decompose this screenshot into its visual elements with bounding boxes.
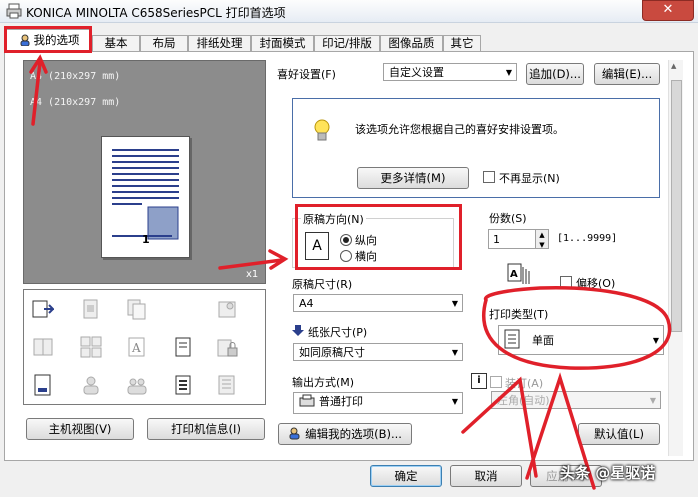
tab-basic[interactable]: 基本: [92, 35, 140, 51]
tab-other[interactable]: 其它: [443, 35, 481, 51]
list-icon[interactable]: [172, 374, 194, 396]
print-preview: A4 (210x297 mm) A4 (210x297 mm) 1 x1: [23, 60, 266, 284]
favorites-select[interactable]: 自定义设置 ▼: [383, 63, 517, 81]
dont-show-label: 不再显示(N): [499, 172, 560, 185]
paper-size-label: 纸张尺寸(P): [308, 326, 368, 339]
cancel-button[interactable]: 取消: [450, 465, 522, 487]
tab-stamp[interactable]: 印记/排版: [314, 35, 380, 51]
edit-favorite-button[interactable]: 编辑(E)...: [594, 63, 660, 85]
annotation-box-tab: [4, 26, 92, 53]
staple-label: 装订(A): [505, 377, 544, 390]
info-icon[interactable]: i: [471, 373, 487, 389]
preview-page-number: 1: [142, 233, 150, 246]
copies-spinner[interactable]: ▲ ▼: [535, 229, 549, 249]
edit-my-options-button[interactable]: 编辑我的选项(B)...: [278, 423, 412, 445]
output-select[interactable]: 普通打印 ▼: [293, 392, 463, 414]
more-details-button[interactable]: 更多详情(M): [357, 167, 469, 189]
output-value: 普通打印: [319, 395, 363, 408]
puzzle-icon[interactable]: [216, 298, 238, 320]
offset-label: 偏移(O): [576, 277, 616, 290]
offset-checkbox[interactable]: [560, 276, 572, 288]
chevron-down-icon: ▼: [451, 299, 458, 308]
copies-input[interactable]: 1: [488, 229, 536, 249]
original-size-value: A4: [299, 297, 314, 310]
text-a-icon[interactable]: A: [126, 336, 148, 358]
ruler-icon[interactable]: [216, 374, 238, 396]
chevron-down-icon: ▼: [649, 396, 656, 405]
tab-cover-mode[interactable]: 封面模式: [251, 35, 314, 51]
defaults-button[interactable]: 默认值(L): [578, 423, 660, 445]
tab-layout[interactable]: 布局: [140, 35, 188, 51]
original-size-select[interactable]: A4 ▼: [293, 294, 463, 312]
info-message: 该选项允许您根据自己的喜好安排设置项。: [355, 123, 564, 136]
lock-icon[interactable]: [216, 336, 238, 358]
favorites-value: 自定义设置: [389, 66, 444, 79]
favorites-label: 喜好设置(F): [277, 68, 336, 81]
preview-zoom: x1: [246, 269, 259, 280]
watermark-text: 头条 @星驱诺: [560, 464, 656, 482]
stamp-icon[interactable]: [32, 374, 54, 396]
chevron-down-icon: ▼: [451, 348, 458, 357]
scroll-up-icon[interactable]: ▲: [671, 62, 676, 70]
chevron-down-icon: ▼: [652, 336, 659, 345]
printer-info-button[interactable]: 打印机信息(I): [147, 418, 265, 440]
title-bar: KONICA MINOLTA C658SeriesPCL 打印首选项 ✕: [0, 0, 698, 23]
paper-size-value: 如同原稿尺寸: [299, 346, 365, 359]
preview-size-1: A4 (210x297 mm): [30, 71, 121, 82]
tab-quality[interactable]: 图像品质: [380, 35, 443, 51]
scrollbar[interactable]: ▲: [668, 60, 683, 456]
person-icon: [289, 427, 300, 440]
copy-icon[interactable]: [126, 298, 148, 320]
lightbulb-icon: [314, 119, 330, 141]
ok-button[interactable]: 确定: [370, 465, 442, 487]
chevron-down-icon: ▼: [505, 68, 512, 77]
print-type-select[interactable]: 单面 ▼: [498, 325, 664, 355]
staple-select[interactable]: 左角(自动) ▼: [491, 391, 661, 409]
svg-text:A: A: [510, 269, 518, 280]
document-icon[interactable]: [172, 336, 194, 358]
scroll-thumb[interactable]: [671, 80, 682, 332]
arrow-down-icon: [292, 325, 304, 336]
chevron-down-icon: ▼: [451, 397, 458, 406]
dont-show-checkbox[interactable]: [483, 171, 495, 183]
output-label: 输出方式(M): [292, 376, 355, 389]
info-box: 该选项允许您根据自己的喜好安排设置项。 更多详情(M) 不再显示(N): [292, 98, 660, 198]
close-button[interactable]: ✕: [642, 0, 694, 21]
function-icons-panel: A: [23, 289, 266, 405]
single-side-icon: [504, 329, 520, 349]
preview-size-2: A4 (210x297 mm): [30, 97, 121, 108]
preview-page: 1: [101, 136, 190, 258]
window-title: KONICA MINOLTA C658SeriesPCL 打印首选项: [26, 6, 286, 20]
copies-range: [1...9999]: [557, 233, 618, 244]
stacked-pages-icon: A: [507, 263, 530, 284]
paper-size-select[interactable]: 如同原稿尺寸 ▼: [293, 343, 463, 361]
view-icon[interactable]: [32, 298, 56, 320]
copies-label: 份数(S): [489, 212, 527, 225]
print-type-label: 打印类型(T): [489, 308, 549, 321]
svg-text:A: A: [131, 341, 141, 355]
original-size-label: 原稿尺寸(R): [292, 278, 353, 291]
users-icon[interactable]: [126, 374, 148, 396]
annotation-box-orientation: [295, 204, 462, 270]
user-print-icon[interactable]: [80, 374, 102, 396]
main-view-button[interactable]: 主机视图(V): [26, 418, 134, 440]
tab-finishing[interactable]: 排纸处理: [188, 35, 251, 51]
print-type-value: 单面: [532, 334, 554, 347]
pages-icon[interactable]: [80, 298, 102, 320]
multi-page-icon[interactable]: [80, 336, 102, 358]
add-favorite-button[interactable]: 追加(D)...: [526, 63, 584, 85]
staple-checkbox[interactable]: [490, 376, 502, 388]
printer-icon: [299, 394, 315, 407]
booklet-icon[interactable]: [32, 336, 54, 358]
edit-my-options-label: 编辑我的选项(B)...: [305, 427, 402, 441]
staple-value: 左角(自动): [497, 394, 550, 407]
printer-icon: [6, 3, 22, 19]
